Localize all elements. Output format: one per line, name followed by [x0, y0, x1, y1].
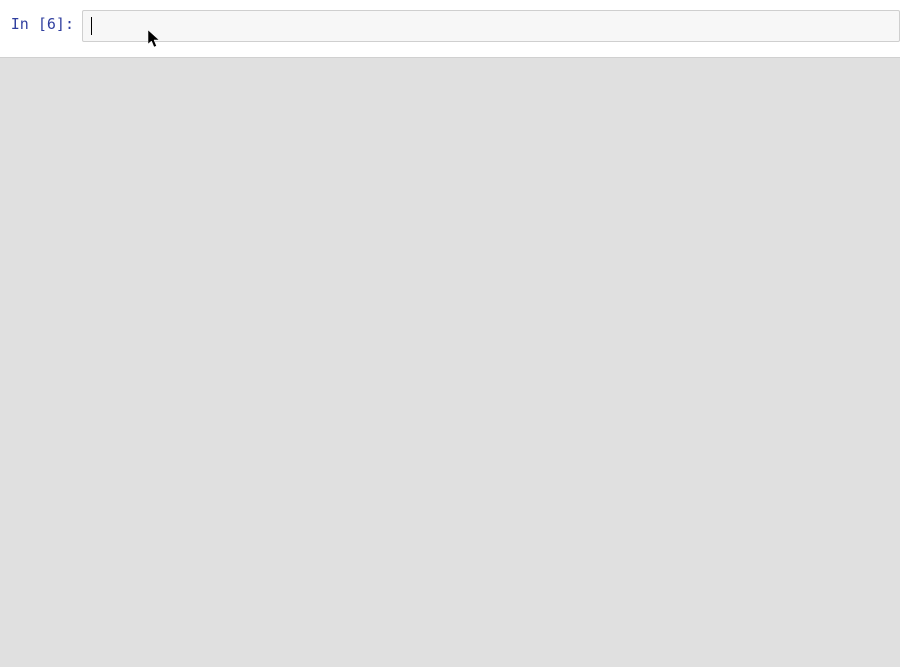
empty-background — [0, 58, 900, 665]
notebook-cell-container: In [6]: — [0, 0, 900, 58]
input-wrapper — [82, 5, 900, 42]
input-prompt-label: In [6]: — [0, 5, 82, 33]
code-cell: In [6]: — [0, 5, 900, 42]
text-cursor — [91, 17, 92, 35]
code-input[interactable] — [82, 10, 900, 42]
